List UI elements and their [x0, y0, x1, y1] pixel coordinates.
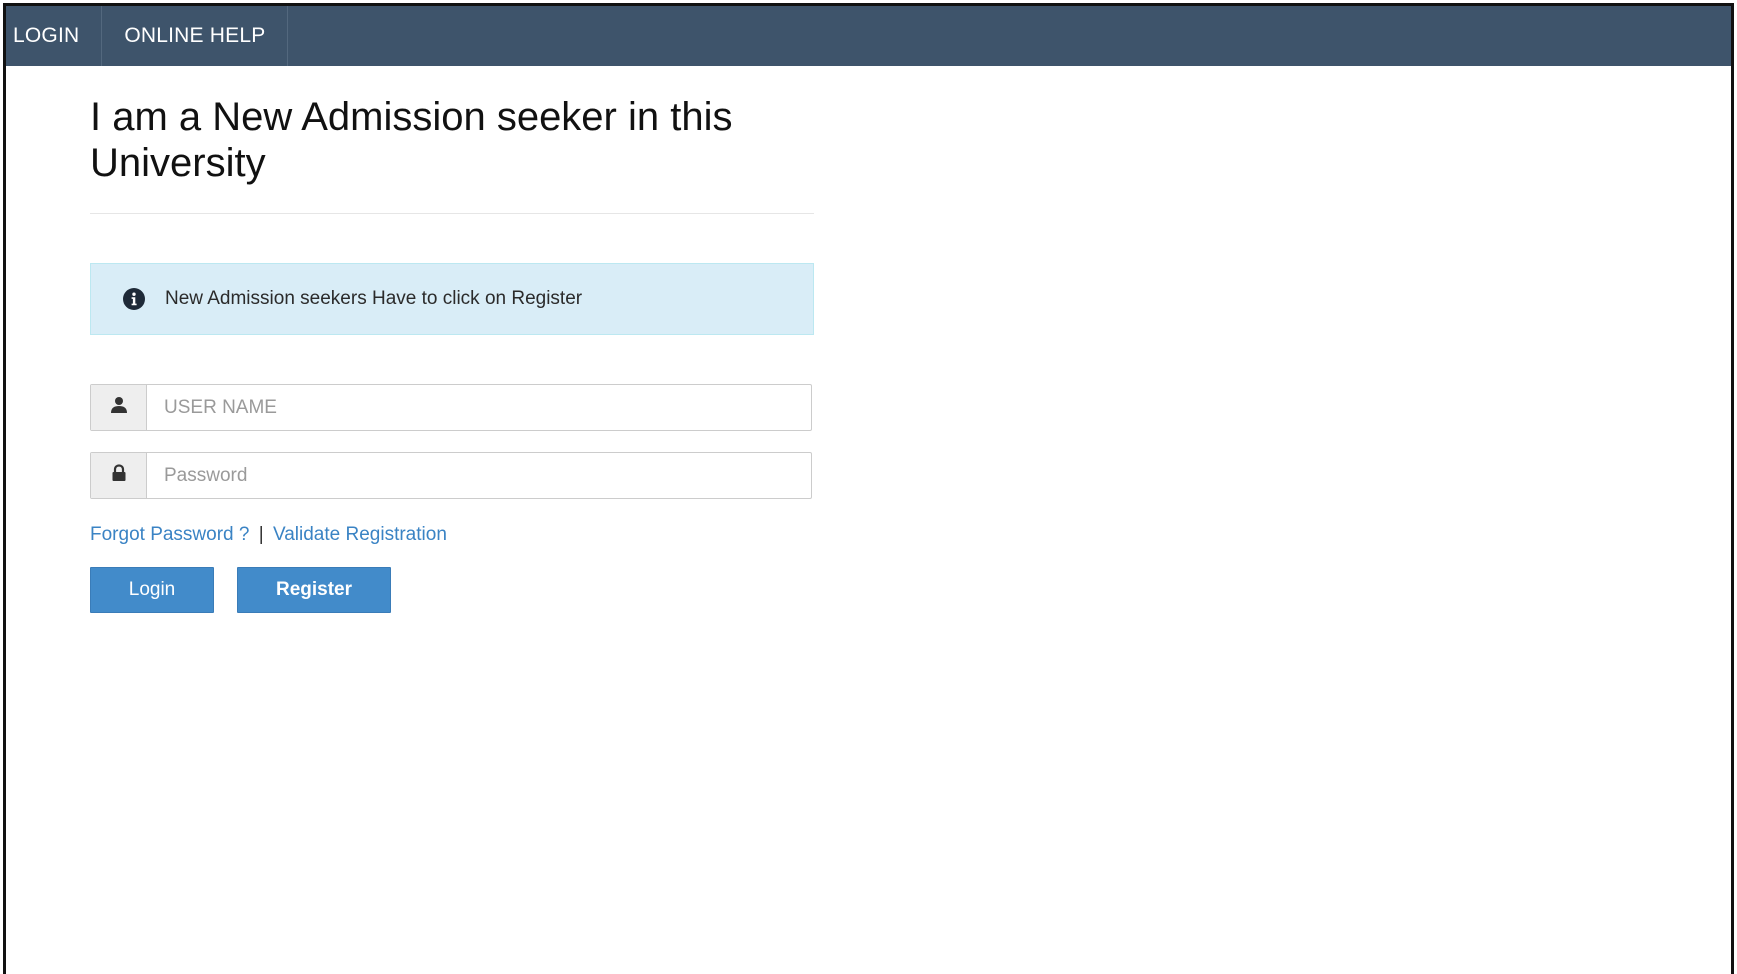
- link-separator: |: [258, 524, 264, 545]
- password-input[interactable]: [147, 453, 811, 498]
- account-links: Forgot Password ? | Validate Registratio…: [90, 524, 814, 548]
- register-button[interactable]: Register: [237, 567, 391, 613]
- page-frame: LOGIN ONLINE HELP I am a New Admission s…: [3, 3, 1734, 974]
- nav-item-online-help[interactable]: ONLINE HELP: [102, 6, 289, 66]
- login-button[interactable]: Login: [90, 567, 214, 613]
- username-input[interactable]: [147, 385, 811, 430]
- lock-icon-addon: [91, 453, 147, 498]
- lock-icon: [110, 464, 128, 487]
- info-circle-icon: [123, 288, 145, 310]
- username-input-group: [90, 384, 812, 431]
- action-buttons: Login Register: [90, 567, 814, 613]
- nav-item-login[interactable]: LOGIN: [6, 6, 103, 66]
- info-alert: New Admission seekers Have to click on R…: [90, 263, 814, 335]
- validate-registration-link[interactable]: Validate Registration: [273, 524, 447, 545]
- page-title: I am a New Admission seeker in this Univ…: [90, 95, 733, 185]
- forgot-password-link[interactable]: Forgot Password ?: [90, 524, 249, 545]
- alert-text: New Admission seekers Have to click on R…: [165, 288, 583, 309]
- heading-divider: [90, 213, 814, 214]
- top-navbar: LOGIN ONLINE HELP: [6, 6, 1731, 66]
- password-input-group: [90, 452, 812, 499]
- user-icon-addon: [91, 385, 147, 430]
- login-panel: I am a New Admission seeker in this Univ…: [90, 66, 814, 613]
- user-icon: [110, 396, 128, 419]
